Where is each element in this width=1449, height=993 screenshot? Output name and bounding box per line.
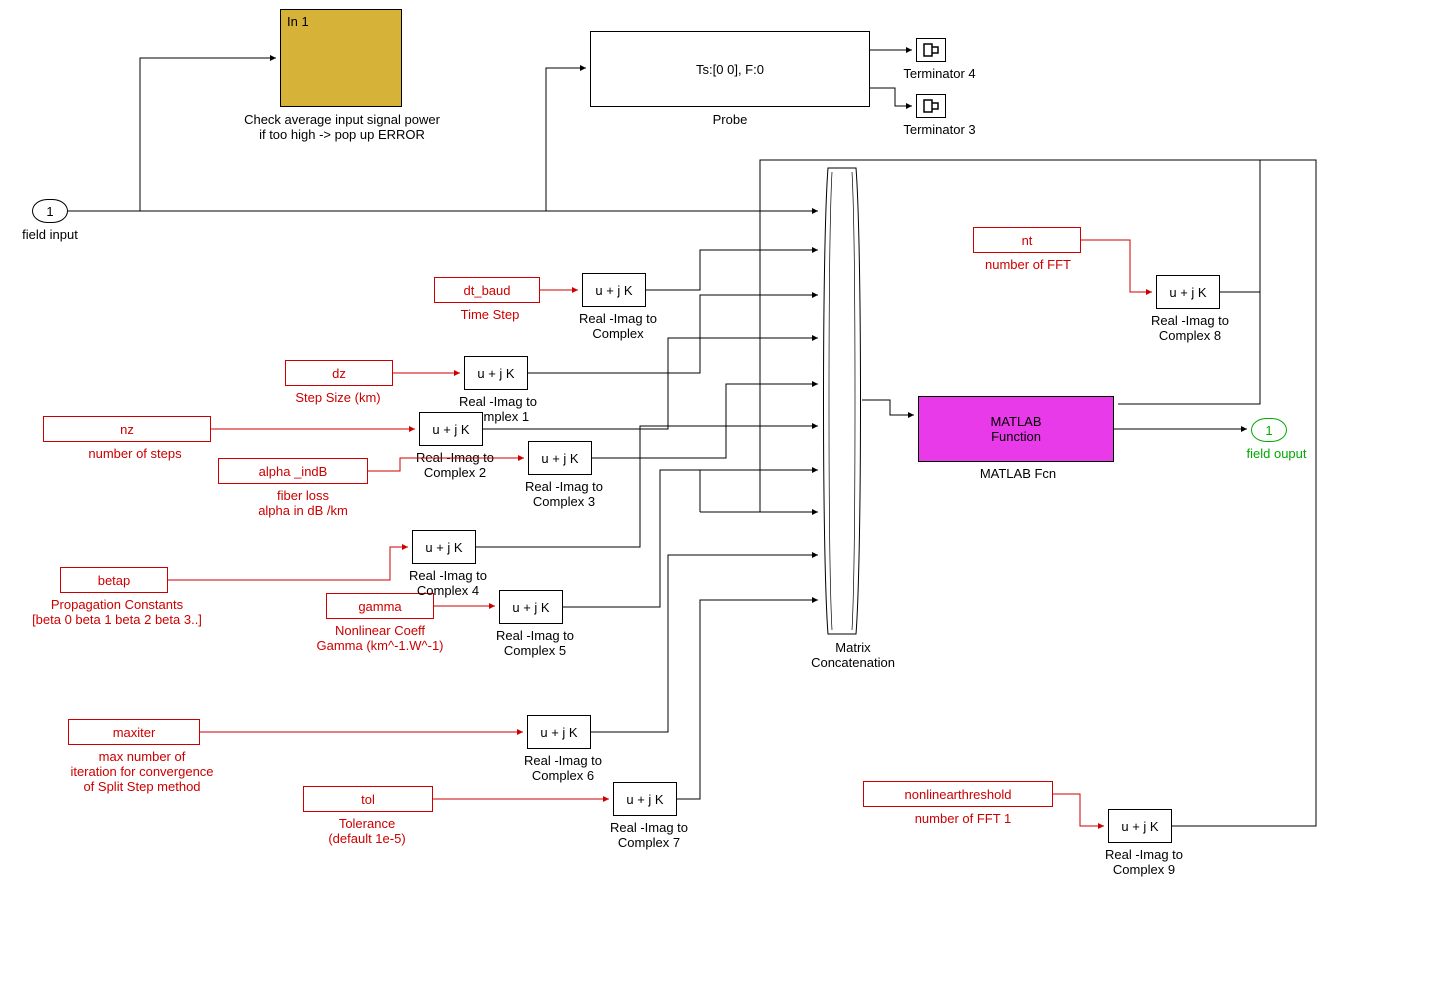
output-port[interactable]: 1 xyxy=(1251,418,1287,442)
probe-text: Ts:[0 0], F:0 xyxy=(696,62,764,77)
const-nt-label: number of FFT xyxy=(978,257,1078,272)
simulink-diagram: 1 field input In 1 Check average input s… xyxy=(0,0,1449,993)
real-imag-to-complex-7[interactable]: u + j K xyxy=(613,782,677,816)
port-number: 1 xyxy=(1265,423,1272,438)
real-imag-to-complex-8[interactable]: u + j K xyxy=(1156,275,1220,309)
const-nlt-label: number of FFT 1 xyxy=(903,811,1023,826)
signal-lines xyxy=(0,0,1449,993)
const-nt[interactable]: nt xyxy=(973,227,1081,253)
const-maxiter[interactable]: maxiter xyxy=(68,719,200,745)
const-dt-label: Time Step xyxy=(450,307,530,322)
const-nz-label: number of steps xyxy=(75,446,195,461)
port-number: 1 xyxy=(46,204,53,219)
check-block-label: Check average input signal power if too … xyxy=(202,112,482,142)
real-imag-to-complex-6[interactable]: u + j K xyxy=(527,715,591,749)
ri2c9-label: Real -Imag to Complex 9 xyxy=(1094,847,1194,877)
ri2c7-label: Real -Imag to Complex 7 xyxy=(599,820,699,850)
matlab-fn-label: MATLAB Fcn xyxy=(968,466,1068,481)
terminator-4[interactable] xyxy=(916,38,946,62)
ri2c3-label: Real -Imag to Complex 3 xyxy=(514,479,614,509)
input-port-label: field input xyxy=(10,227,90,242)
input-port[interactable]: 1 xyxy=(32,199,68,223)
terminator-3[interactable] xyxy=(916,94,946,118)
ri2c5-label: Real -Imag to Complex 5 xyxy=(485,628,585,658)
real-imag-to-complex-2[interactable]: u + j K xyxy=(419,412,483,446)
real-imag-to-complex-4[interactable]: u + j K xyxy=(412,530,476,564)
const-maxiter-label: max number of iteration for convergence … xyxy=(62,749,222,794)
const-betap-label: Propagation Constants [beta 0 beta 1 bet… xyxy=(22,597,212,627)
terminator-3-label: Terminator 3 xyxy=(892,122,987,137)
matlab-function-block[interactable]: MATLAB Function xyxy=(918,396,1114,462)
ri2c8-label: Real -Imag to Complex 8 xyxy=(1140,313,1240,343)
const-dz-label: Step Size (km) xyxy=(278,390,398,405)
check-block-text: In 1 xyxy=(287,14,309,29)
const-alpha-label: fiber loss alpha in dB /km xyxy=(238,488,368,518)
const-dz[interactable]: dz xyxy=(285,360,393,386)
real-imag-to-complex-3[interactable]: u + j K xyxy=(528,441,592,475)
const-betap[interactable]: betap xyxy=(60,567,168,593)
const-gamma-label: Nonlinear Coeff Gamma (km^-1.W^-1) xyxy=(300,623,460,653)
const-tol[interactable]: tol xyxy=(303,786,433,812)
const-tol-label: Tolerance (default 1e-5) xyxy=(317,816,417,846)
probe-label: Probe xyxy=(700,112,760,127)
const-nonlinearthreshold[interactable]: nonlinearthreshold xyxy=(863,781,1053,807)
check-block[interactable]: In 1 xyxy=(280,9,402,107)
ri2c2-label: Real -Imag to Complex 2 xyxy=(405,450,505,480)
probe-block[interactable]: Ts:[0 0], F:0 xyxy=(590,31,870,107)
ri2c-label: Real -Imag to Complex xyxy=(568,311,668,341)
output-port-label: field ouput xyxy=(1234,446,1319,461)
real-imag-to-complex-1[interactable]: u + j K xyxy=(464,356,528,390)
ri2c4-label: Real -Imag to Complex 4 xyxy=(398,568,498,598)
matrix-concatenation-block[interactable] xyxy=(822,166,862,636)
terminator-4-label: Terminator 4 xyxy=(892,66,987,81)
const-alpha[interactable]: alpha _indB xyxy=(218,458,368,484)
real-imag-to-complex-5[interactable]: u + j K xyxy=(499,590,563,624)
real-imag-to-complex[interactable]: u + j K xyxy=(582,273,646,307)
ri2c6-label: Real -Imag to Complex 6 xyxy=(513,753,613,783)
matrix-concat-label: Matrix Concatenation xyxy=(798,640,908,670)
matlab-fn-text: MATLAB Function xyxy=(990,414,1041,444)
real-imag-to-complex-9[interactable]: u + j K xyxy=(1108,809,1172,843)
const-nz[interactable]: nz xyxy=(43,416,211,442)
const-dt-baud[interactable]: dt_baud xyxy=(434,277,540,303)
